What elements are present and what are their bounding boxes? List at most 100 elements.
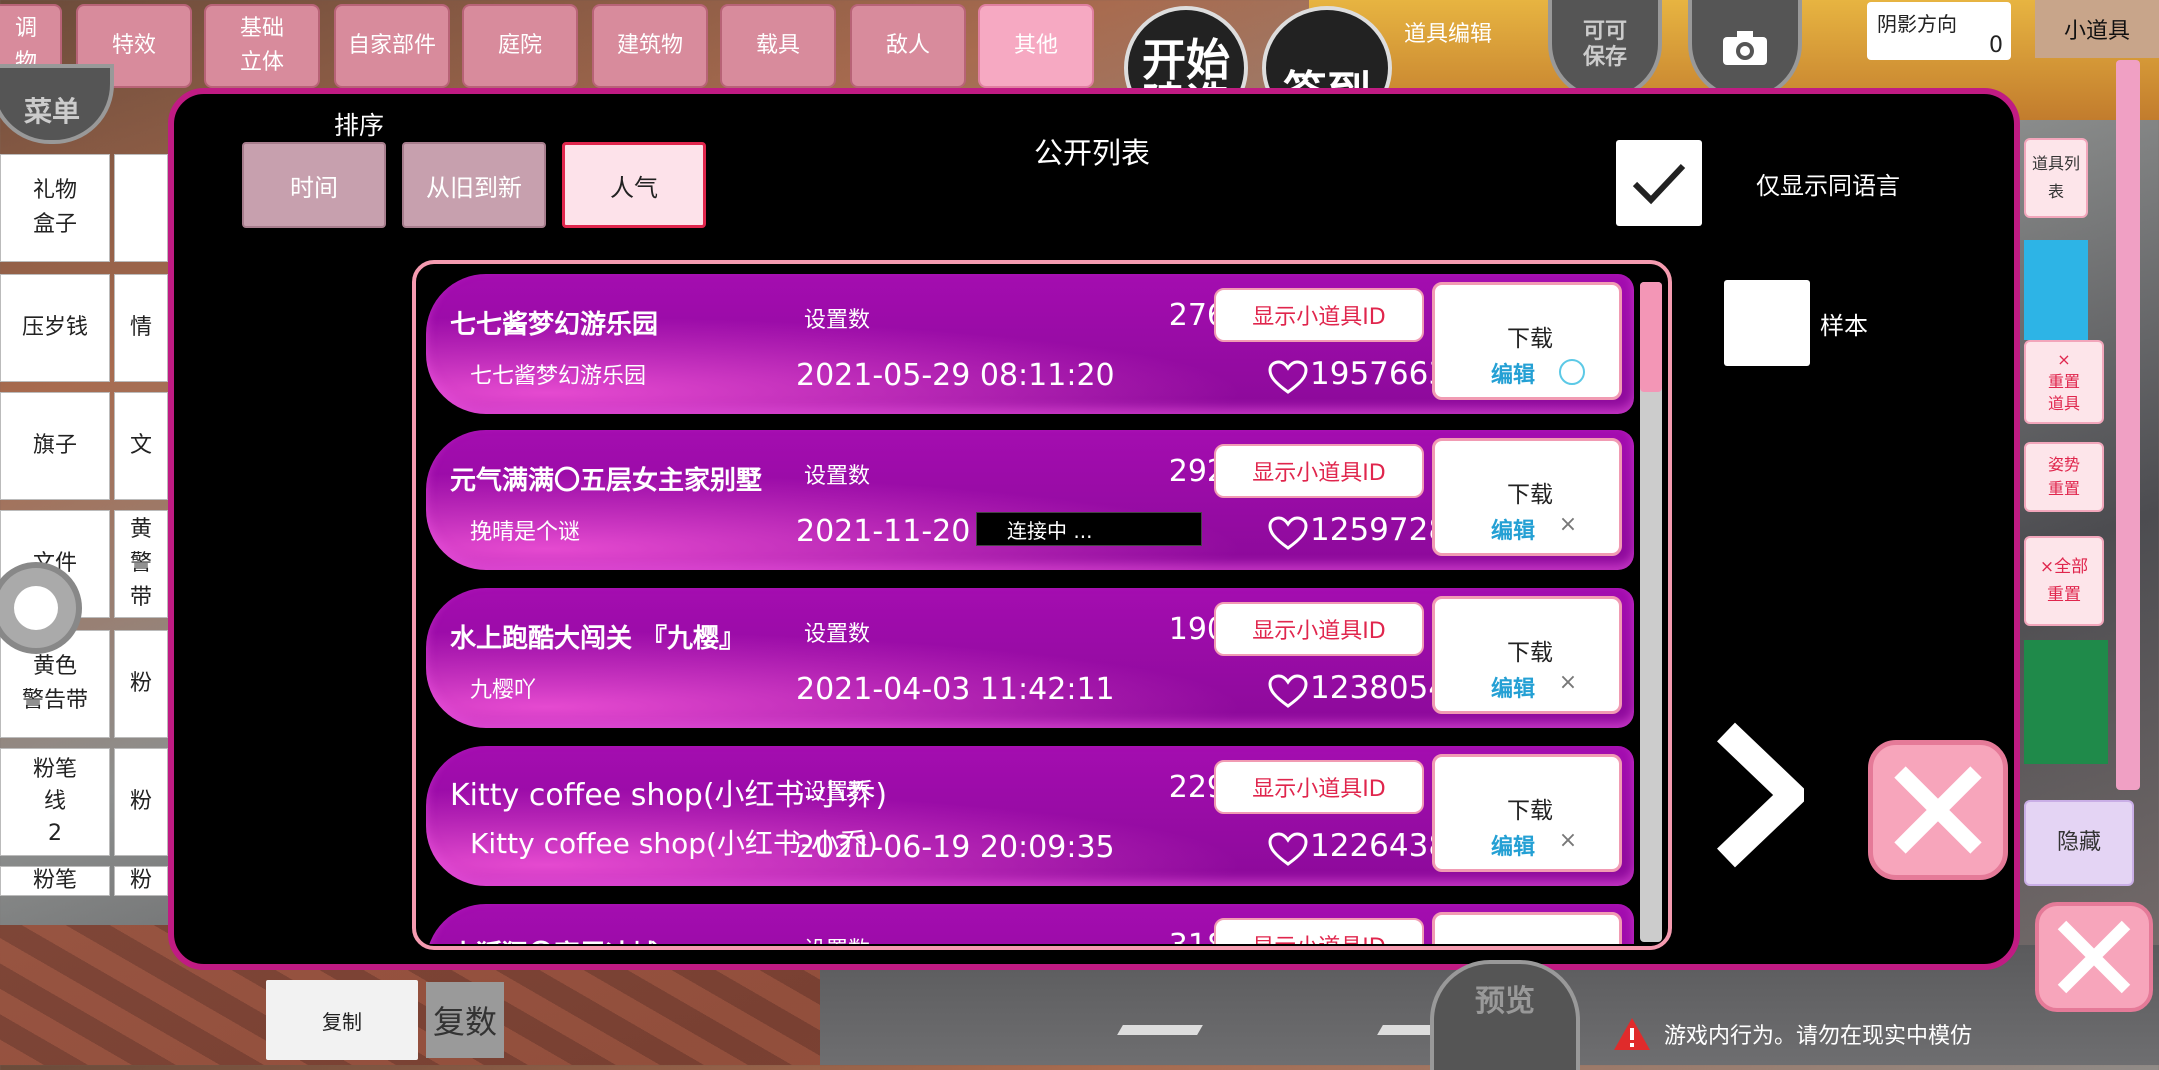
reset-prop-button[interactable]: × 重置 道具 xyxy=(2024,340,2104,424)
list-row[interactable]: 元气满满〇五层女主家别墅 挽晴是个谜 设置数 292 2021-11-20 19… xyxy=(426,430,1634,570)
show-prop-id-button[interactable]: 显示小道具ID xyxy=(1214,918,1424,944)
show-prop-id-button[interactable]: 显示小道具ID xyxy=(1214,288,1424,342)
heart-icon xyxy=(1268,516,1308,550)
tab-vehicles[interactable]: 载具 xyxy=(720,4,836,88)
tab-home-parts[interactable]: 自家部件 xyxy=(334,4,450,88)
list-scrollbar[interactable] xyxy=(1640,282,1662,942)
copy-count-button[interactable]: 复数 xyxy=(426,982,504,1058)
prop-list-button[interactable]: 道具列表 xyxy=(2024,138,2088,218)
item-col2-6[interactable]: 粉 xyxy=(114,748,168,856)
download-panel[interactable]: 下载 编辑 × xyxy=(1432,438,1622,556)
item-label: 压岁钱 xyxy=(21,315,88,340)
item-label: 礼物 盒子 xyxy=(32,178,77,237)
tab-basic-shapes[interactable]: 基础 立体 xyxy=(204,4,320,88)
sample-checkbox[interactable] xyxy=(1724,280,1810,366)
copy-button[interactable]: 复制 xyxy=(266,980,418,1060)
item-chalk[interactable]: 粉笔 xyxy=(0,866,110,896)
list-scrollbar-thumb[interactable] xyxy=(1640,282,1662,392)
row-title: 七七酱梦幻游乐园 xyxy=(450,310,659,340)
menu-button[interactable]: 菜单 xyxy=(0,64,114,144)
save-label: 可可 保存 xyxy=(1582,19,1627,70)
item-red-envelope[interactable]: 压岁钱 xyxy=(0,274,110,382)
list-row[interactable]: 七七酱梦幻游乐园 七七酱梦幻游乐园 设置数 276 2021-05-29 08:… xyxy=(426,274,1634,414)
sort-option-label: 人气 xyxy=(610,173,658,202)
item-col2-1[interactable] xyxy=(114,154,168,262)
sort-time-button[interactable]: 时间 xyxy=(242,142,386,228)
download-panel[interactable]: 下载 编辑 × xyxy=(1432,596,1622,714)
item-col2-3[interactable]: 文 xyxy=(114,392,168,500)
tab-label: 自家部件 xyxy=(347,33,436,58)
tab-buildings[interactable]: 建筑物 xyxy=(592,4,708,88)
show-prop-id-button[interactable]: 显示小道具ID xyxy=(1214,444,1424,498)
edit-button[interactable]: 编辑 xyxy=(1491,829,1535,861)
row-author: 七七酱梦幻游乐园 xyxy=(470,364,647,389)
set-count-label: 设置数 xyxy=(804,932,870,944)
item-label: 粉 xyxy=(129,868,152,893)
dialog-close-button[interactable] xyxy=(1868,740,2008,880)
row-likes: 1259728 xyxy=(1310,512,1449,548)
small-tool-tab[interactable]: 小道具 xyxy=(2035,0,2159,58)
item-label: 情 xyxy=(129,315,152,340)
set-count-label: 设置数 xyxy=(804,464,871,489)
remove-icon[interactable]: × xyxy=(1555,827,1581,853)
download-label: 下载 xyxy=(1507,326,1553,352)
list-row[interactable]: 小狐狸〇蜜雪冰城 设置数 318 显示小道具ID 下载 编辑 xyxy=(426,904,1634,944)
public-list-rows: 七七酱梦幻游乐园 七七酱梦幻游乐园 设置数 276 2021-05-29 08:… xyxy=(426,274,1634,944)
download-panel[interactable]: 下载 编辑 xyxy=(1432,282,1622,400)
show-prop-id-button[interactable]: 显示小道具ID xyxy=(1214,602,1424,656)
outer-close-button[interactable] xyxy=(2035,902,2153,1012)
show-prop-id-button[interactable]: 显示小道具ID xyxy=(1214,760,1424,814)
row-likes: 1957663 xyxy=(1310,356,1449,392)
item-col2-4[interactable]: 黄 警 带 xyxy=(114,510,168,618)
tab-label: 建筑物 xyxy=(616,33,683,58)
reset-all-button[interactable]: ×全部 重置 xyxy=(2024,536,2104,626)
show-prop-id-label: 显示小道具ID xyxy=(1252,461,1386,486)
row-date: 2021-05-29 08:11:20 xyxy=(796,358,1115,393)
tab-label: 基础 立体 xyxy=(239,16,284,75)
item-col2-5[interactable]: 粉 xyxy=(114,630,168,738)
set-count-label: 设置数 xyxy=(804,308,871,333)
remove-icon[interactable]: × xyxy=(1555,511,1581,537)
public-list[interactable]: 七七酱梦幻游乐园 七七酱梦幻游乐园 设置数 276 2021-05-29 08:… xyxy=(412,260,1672,950)
same-language-checkbox[interactable] xyxy=(1616,140,1702,226)
download-panel[interactable]: 下载 编辑 xyxy=(1432,912,1622,944)
menu-label: 菜单 xyxy=(23,95,80,128)
download-label: 下载 xyxy=(1507,798,1553,824)
preview-label: 预览 xyxy=(1475,984,1535,1019)
sort-old-to-new-button[interactable]: 从旧到新 xyxy=(402,142,546,228)
item-col2-2[interactable]: 情 xyxy=(114,274,168,382)
tab-label: 特效 xyxy=(111,33,156,58)
edit-button[interactable]: 编辑 xyxy=(1491,357,1535,389)
edit-button[interactable]: 编辑 xyxy=(1491,513,1535,545)
right-scroll-track[interactable] xyxy=(2116,60,2140,790)
item-gift-box[interactable]: 礼物 盒子 xyxy=(0,154,110,262)
item-flag[interactable]: 旗子 xyxy=(0,392,110,500)
reset-prop-label: × 重置 道具 xyxy=(2047,350,2080,413)
edit-button[interactable]: 编辑 xyxy=(1491,671,1535,703)
reset-all-label: ×全部 重置 xyxy=(2039,557,2089,605)
next-page-arrow-icon[interactable] xyxy=(1714,720,1804,870)
right-panel-blue xyxy=(2024,240,2088,340)
item-label: 粉 xyxy=(129,789,152,814)
shadow-direction-control[interactable]: 阴影方向 0 xyxy=(1867,2,2011,60)
sort-popularity-button[interactable]: 人气 xyxy=(562,142,706,228)
hide-button[interactable]: 隐藏 xyxy=(2024,800,2134,886)
list-row[interactable]: Kitty coffee shop(小红书-小乔) Kitty coffee s… xyxy=(426,746,1634,886)
public-list-dialog: 排序 时间 从旧到新 人气 公开列表 仅显示同语言 样本 七七酱梦幻游乐园 七七… xyxy=(168,88,2020,970)
heart-icon xyxy=(1268,832,1308,866)
tab-enemies[interactable]: 敌人 xyxy=(850,4,966,88)
reset-pose-button[interactable]: 姿势 重置 xyxy=(2024,442,2104,512)
tab-yard[interactable]: 庭院 xyxy=(462,4,578,88)
prop-list-label: 道具列表 xyxy=(2031,154,2080,201)
remove-icon[interactable]: × xyxy=(1555,669,1581,695)
tab-other[interactable]: 其他 xyxy=(978,4,1094,88)
list-row[interactable]: 水上跑酷大闯关 『九樱』 九樱吖 设置数 190 2021-04-03 11:4… xyxy=(426,588,1634,728)
preview-button[interactable]: 预览 xyxy=(1430,960,1580,1070)
checkmark-icon xyxy=(1632,163,1686,205)
download-panel[interactable]: 下载 编辑 × xyxy=(1432,754,1622,872)
copy-label: 复制 xyxy=(322,1009,362,1034)
prop-edit-label: 道具编辑 xyxy=(1404,22,1493,47)
close-icon xyxy=(2057,920,2131,994)
item-col2-7[interactable]: 粉 xyxy=(114,866,168,896)
item-chalk-line-2[interactable]: 粉笔 线 2 xyxy=(0,748,110,856)
